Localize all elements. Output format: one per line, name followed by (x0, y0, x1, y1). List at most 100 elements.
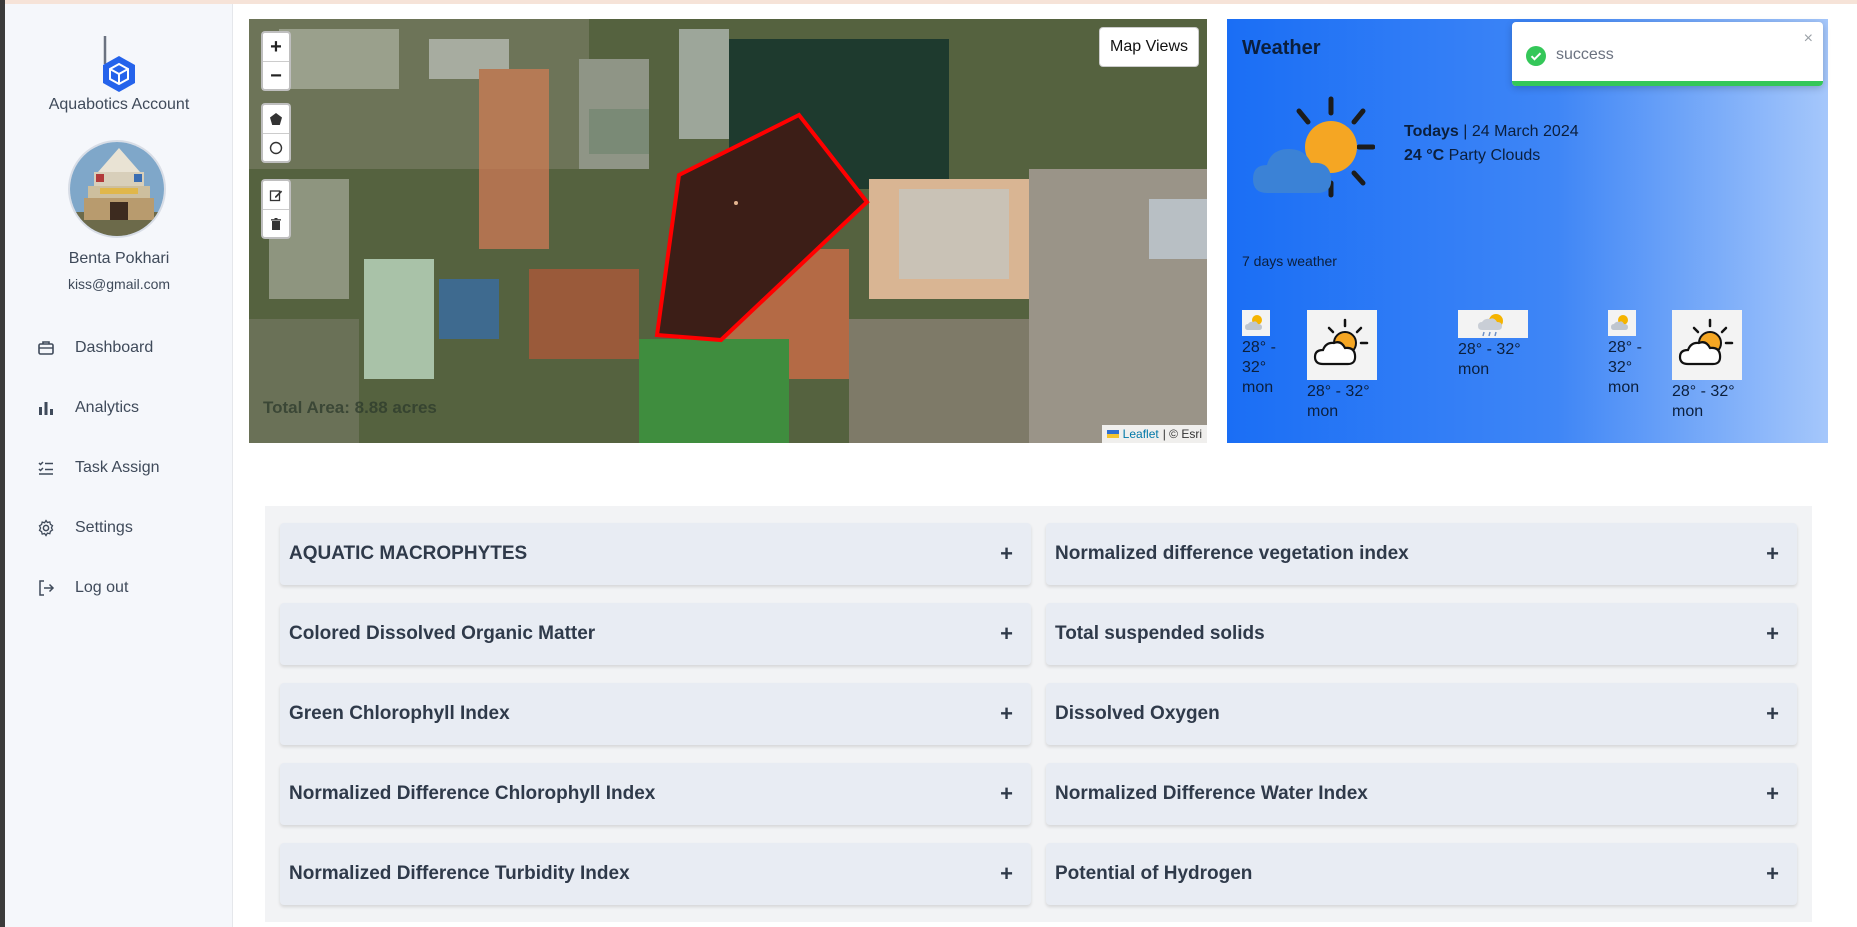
sun-rain-icon (1458, 310, 1528, 338)
accordion-dissolved-oxygen[interactable]: Dissolved Oxygen + (1046, 683, 1797, 745)
expand-icon: + (1000, 781, 1013, 806)
toast-progress-bar (1512, 81, 1823, 86)
draw-polygon-button[interactable] (263, 105, 289, 133)
edit-layers-button[interactable] (263, 181, 289, 209)
zoom-in-button[interactable]: + (263, 33, 289, 61)
forecast-day: 28° - 32° mon (1242, 310, 1282, 398)
sidebar-item-label: Task Assign (75, 459, 160, 476)
accordion-label: Normalized Difference Turbidity Index (289, 863, 630, 884)
map-views-button[interactable]: Map Views (1099, 27, 1199, 67)
bar-chart-icon (39, 402, 53, 415)
expand-icon: + (1766, 621, 1779, 646)
accordion-label: Normalized Difference Water Index (1055, 783, 1368, 804)
forecast-day-name: mon (1242, 379, 1274, 396)
brand[interactable]: Aquabotics Account (5, 34, 233, 114)
sun-cloud-icon (1672, 310, 1742, 380)
leaflet-link[interactable]: Leaflet (1123, 427, 1159, 441)
expand-icon: + (1000, 541, 1013, 566)
sun-cloud-icon (1307, 310, 1377, 380)
avatar[interactable] (68, 140, 166, 238)
sun-cloud-small-icon (1608, 310, 1636, 336)
brand-name: Aquabotics Account (48, 96, 190, 113)
accordion-gci[interactable]: Green Chlorophyll Index + (280, 683, 1031, 745)
check-circle-icon (1526, 46, 1546, 66)
zoom-control: + − (261, 31, 291, 91)
forecast-day: 28° - 32° mon (1458, 310, 1538, 380)
sun-cloud-small-icon (1242, 310, 1270, 336)
forecast-day: 28° - 32° mon (1672, 310, 1752, 422)
satellite-imagery (249, 19, 1207, 443)
accordion-label: Total suspended solids (1055, 623, 1265, 644)
accordion-ph[interactable]: Potential of Hydrogen + (1046, 843, 1797, 905)
accordion-ndwi[interactable]: Normalized Difference Water Index + (1046, 763, 1797, 825)
briefcase-icon (38, 341, 54, 355)
sidebar-item-label: Dashboard (75, 339, 154, 356)
forecast-temp: 28° - 32° (1307, 383, 1370, 400)
esri-attribution: | © Esri (1162, 427, 1202, 441)
temple-avatar-image (70, 142, 164, 236)
accordion-label: Dissolved Oxygen (1055, 703, 1220, 724)
expand-icon: + (1000, 861, 1013, 886)
ukraine-flag-icon (1106, 430, 1119, 438)
today-condition-line: 24 °C Party Clouds (1404, 147, 1540, 165)
accordion-label: Green Chlorophyll Index (289, 703, 510, 724)
gear-icon (38, 519, 54, 537)
sidebar-item-label: Settings (75, 519, 133, 536)
pentagon-icon (270, 113, 282, 125)
forecast-temp: 28° - 32° (1458, 341, 1521, 358)
edit-toolbar (261, 179, 291, 239)
sidebar-item-settings[interactable]: Settings (5, 498, 233, 558)
forecast-day: 28° - 32° mon (1608, 310, 1648, 398)
sidebar-item-task-assign[interactable]: Task Assign (5, 438, 233, 498)
expand-icon: + (1766, 541, 1779, 566)
close-icon[interactable]: × (1804, 30, 1813, 48)
sidebar-item-analytics[interactable]: Analytics (5, 378, 233, 438)
sidebar-item-dashboard[interactable]: Dashboard (5, 318, 233, 378)
forecast-day-name: mon (1307, 403, 1339, 420)
today-temp: 24 °C (1404, 147, 1445, 164)
logout-icon (39, 580, 55, 596)
accordion-label: Normalized Difference Chlorophyll Index (289, 783, 656, 804)
sidebar-item-label: Log out (75, 579, 129, 596)
hexagon-cube-icon (103, 36, 135, 92)
draw-shape-toolbar (261, 103, 291, 163)
sun-cloud-large-icon (1253, 96, 1375, 198)
accordion-label: Normalized difference vegetation index (1055, 543, 1409, 564)
accordion-label: Potential of Hydrogen (1055, 863, 1253, 884)
expand-icon: + (1766, 701, 1779, 726)
today-date-line: Todays | 24 March 2024 (1404, 123, 1579, 141)
satellite-map[interactable]: + − Map Views Total Area: 8.88 acres Lea… (249, 19, 1207, 443)
forecast-day-name: mon (1672, 403, 1704, 420)
accordion-label: AQUATIC MACROPHYTES (289, 543, 528, 564)
user-email: kiss@gmail.com (67, 276, 171, 292)
expand-icon: + (1766, 781, 1779, 806)
accordion-label: Colored Dissolved Organic Matter (289, 623, 596, 644)
map-attribution: Leaflet | © Esri (1101, 425, 1207, 443)
accordion-ndci[interactable]: Normalized Difference Chlorophyll Index … (280, 763, 1031, 825)
forecast-temp: 28° - 32° (1608, 339, 1642, 376)
trash-icon (271, 217, 281, 230)
expand-icon: + (1000, 701, 1013, 726)
forecast-day-name: mon (1458, 361, 1490, 378)
indices-panel: AQUATIC MACROPHYTES + Normalized differe… (265, 506, 1812, 922)
forecast-temp: 28° - 32° (1672, 383, 1735, 400)
forecast-day-name: mon (1608, 379, 1640, 396)
success-toast[interactable]: success × (1512, 22, 1823, 86)
today-desc: Party Clouds (1448, 147, 1541, 164)
circle-icon (269, 141, 283, 154)
checklist-icon (38, 461, 53, 475)
zoom-out-button[interactable]: − (263, 61, 289, 89)
top-border (0, 0, 1857, 4)
accordion-ndvi[interactable]: Normalized difference vegetation index + (1046, 523, 1797, 585)
sidebar-item-label: Analytics (75, 399, 140, 416)
seven-days-label: 7 days weather (1242, 253, 1337, 269)
accordion-aquatic-macrophytes[interactable]: AQUATIC MACROPHYTES + (280, 523, 1031, 585)
accordion-tss[interactable]: Total suspended solids + (1046, 603, 1797, 665)
accordion-cdom[interactable]: Colored Dissolved Organic Matter + (280, 603, 1031, 665)
forecast-day: 28° - 32° mon (1307, 310, 1387, 422)
sidebar-item-logout[interactable]: Log out (5, 558, 233, 618)
accordion-ndti[interactable]: Normalized Difference Turbidity Index + (280, 843, 1031, 905)
delete-layers-button[interactable] (263, 209, 289, 237)
draw-circle-button[interactable] (263, 133, 289, 161)
edit-icon (269, 190, 283, 202)
